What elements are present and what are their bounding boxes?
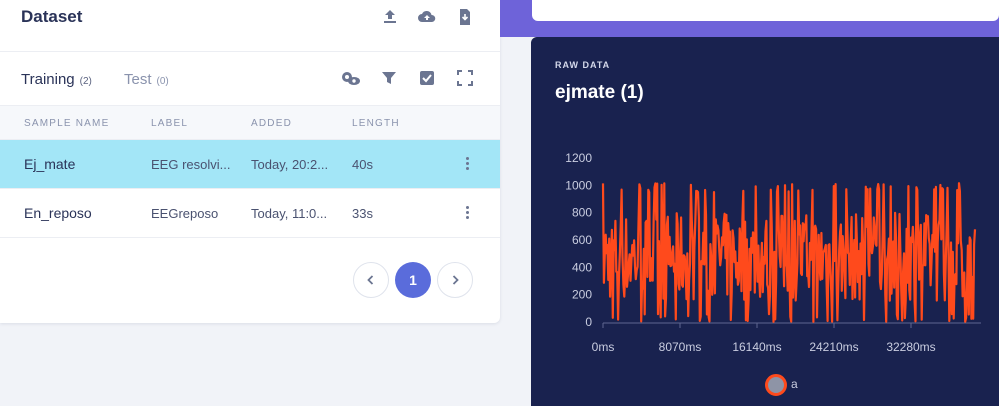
upload-icon[interactable] bbox=[380, 7, 400, 27]
column-sample-name[interactable]: SAMPLE NAME bbox=[24, 118, 109, 129]
legend-label: a bbox=[791, 377, 798, 391]
y-tick-label: 600 bbox=[572, 233, 592, 247]
sample-added: Today, 11:0... bbox=[251, 206, 328, 221]
expand-icon[interactable] bbox=[456, 69, 474, 87]
legend-marker bbox=[765, 374, 787, 396]
next-page-button[interactable] bbox=[437, 262, 473, 298]
x-tick-label: 32280ms bbox=[886, 340, 935, 354]
sample-label: EEGreposo bbox=[151, 206, 219, 221]
column-label[interactable]: LABEL bbox=[151, 118, 188, 129]
y-tick-label: 1000 bbox=[565, 178, 592, 192]
sample-added: Today, 20:2... bbox=[251, 157, 329, 172]
chevron-right-icon bbox=[452, 275, 459, 285]
x-tick-label: 0ms bbox=[592, 340, 615, 354]
dataset-title: Dataset bbox=[21, 7, 83, 26]
download-file-icon[interactable] bbox=[455, 7, 475, 27]
settings-view-icon[interactable] bbox=[339, 69, 361, 87]
tab-test[interactable]: Test (0) bbox=[124, 71, 169, 88]
y-tick-label: 200 bbox=[572, 288, 592, 302]
row-menu-icon[interactable] bbox=[462, 155, 472, 173]
page-current-button[interactable]: 1 bbox=[395, 262, 431, 298]
dataset-card: Dataset Training (2) Test (0) SAMPLE NAM… bbox=[0, 0, 500, 323]
sample-length: 33s bbox=[352, 206, 373, 221]
column-length[interactable]: LENGTH bbox=[352, 118, 400, 129]
tabs-row: Training (2) Test (0) bbox=[0, 52, 500, 106]
y-tick-label: 1200 bbox=[565, 151, 592, 165]
tab-training-count: (2) bbox=[79, 76, 92, 87]
column-added[interactable]: ADDED bbox=[251, 118, 292, 129]
table-header: SAMPLE NAME LABEL ADDED LENGTH bbox=[0, 106, 500, 140]
row-menu-icon[interactable] bbox=[462, 204, 472, 222]
raw-data-panel: RAW DATA ejmate (1) 1200 1000 800 600 400 200… bbox=[531, 37, 999, 406]
tab-training[interactable]: Training (2) bbox=[21, 71, 92, 88]
checkbox-icon[interactable] bbox=[418, 69, 436, 87]
sample-length: 40s bbox=[352, 157, 373, 172]
cloud-upload-icon[interactable] bbox=[417, 7, 437, 27]
x-tick-label: 24210ms bbox=[809, 340, 858, 354]
chevron-left-icon bbox=[367, 275, 374, 285]
series-line-a bbox=[601, 182, 977, 323]
tab-training-label: Training bbox=[21, 71, 75, 88]
table-row[interactable]: Ej_mate EEG resolvi... Today, 20:2... 40… bbox=[0, 140, 500, 189]
sample-label: EEG resolvi... bbox=[151, 157, 231, 172]
table-row[interactable]: En_reposo EEGreposo Today, 11:0... 33s bbox=[0, 189, 500, 238]
y-tick-label: 400 bbox=[572, 260, 592, 274]
prev-page-button[interactable] bbox=[353, 262, 389, 298]
sample-name: En_reposo bbox=[24, 205, 92, 221]
filter-icon[interactable] bbox=[380, 69, 398, 87]
raw-data-chart: 1200 1000 800 600 400 200 00ms 8070ms 16140ms 242… bbox=[565, 151, 981, 354]
y-tick-label: 800 bbox=[572, 206, 592, 220]
y-tick-label: 0 bbox=[585, 315, 592, 329]
x-tick-label: 16140ms bbox=[732, 340, 781, 354]
top-card bbox=[532, 0, 999, 21]
dataset-header: Dataset bbox=[0, 0, 500, 52]
x-tick-label: 8070ms bbox=[659, 340, 702, 354]
tab-test-label: Test bbox=[124, 71, 152, 88]
tab-test-count: (0) bbox=[156, 76, 169, 87]
sample-name: Ej_mate bbox=[24, 156, 76, 172]
